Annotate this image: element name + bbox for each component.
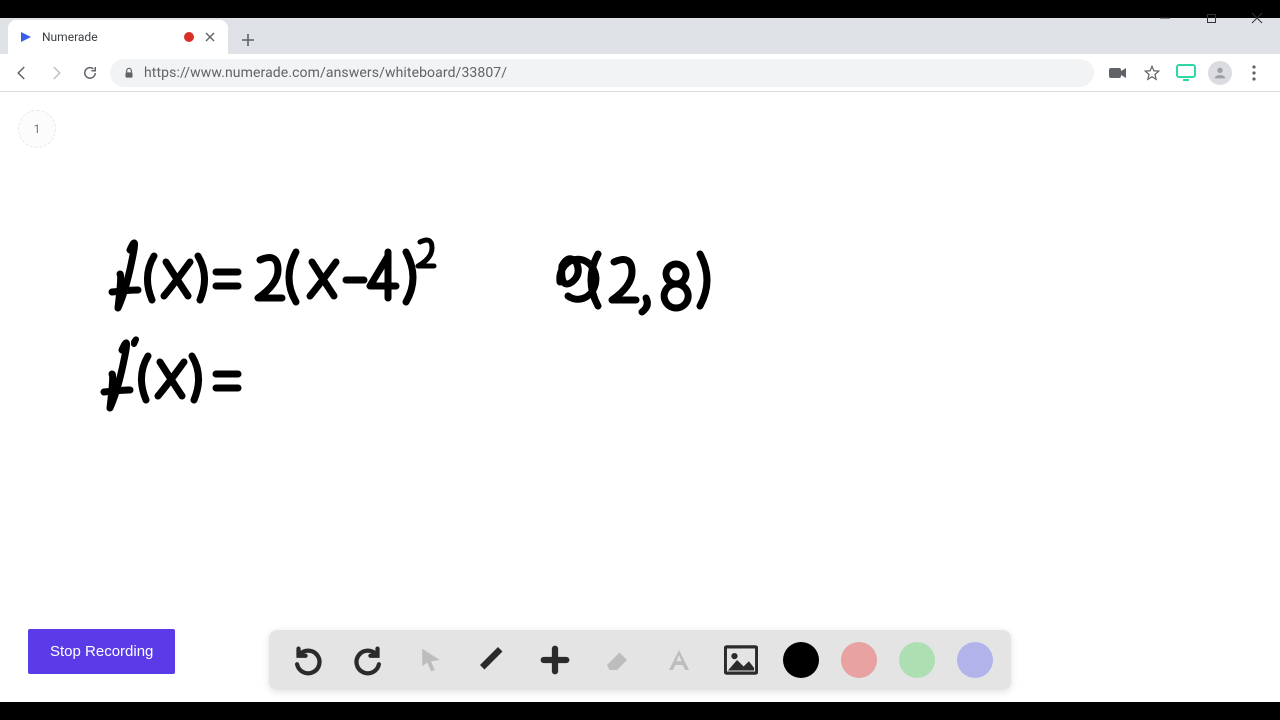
lock-icon [122, 66, 136, 80]
profile-avatar-button[interactable] [1208, 61, 1232, 85]
address-bar[interactable]: https://www.numerade.com/answers/whitebo… [110, 59, 1094, 87]
pen-tool-button[interactable] [473, 640, 513, 680]
stop-recording-label: Stop Recording [50, 643, 153, 660]
letterbox-top [0, 0, 1280, 18]
text-tool-button[interactable] [659, 640, 699, 680]
reload-button[interactable] [76, 59, 104, 87]
tab-strip: Numerade [0, 18, 1280, 54]
stop-recording-button[interactable]: Stop Recording [28, 629, 175, 674]
image-tool-button[interactable] [721, 640, 761, 680]
color-purple-swatch[interactable] [957, 642, 993, 678]
window-close-button[interactable] [1234, 3, 1280, 33]
add-tool-button[interactable] [535, 640, 575, 680]
tab-title: Numerade [42, 30, 176, 44]
color-pink-swatch[interactable] [841, 642, 877, 678]
bookmark-star-icon[interactable] [1140, 61, 1164, 85]
window-minimize-button[interactable] [1142, 3, 1188, 33]
avatar-icon [1208, 61, 1232, 85]
recording-indicator-icon [184, 32, 194, 42]
letterbox-bottom [0, 702, 1280, 720]
pointer-tool-button[interactable] [411, 640, 451, 680]
screencast-extension-icon[interactable] [1174, 61, 1198, 85]
eraser-tool-button[interactable] [597, 640, 637, 680]
tab-close-button[interactable] [202, 29, 218, 45]
back-button[interactable] [8, 59, 36, 87]
forward-button[interactable] [42, 59, 70, 87]
camera-extension-icon[interactable] [1106, 61, 1130, 85]
whiteboard-canvas[interactable] [0, 92, 1280, 682]
numerade-favicon-icon [18, 29, 34, 45]
url-text: https://www.numerade.com/answers/whitebo… [144, 65, 507, 81]
redo-button[interactable] [349, 640, 389, 680]
new-tab-button[interactable] [234, 26, 262, 54]
whiteboard-page: 1 [0, 92, 1280, 702]
color-green-swatch[interactable] [899, 642, 935, 678]
browser-tab[interactable]: Numerade [8, 20, 228, 54]
window-maximize-button[interactable] [1188, 3, 1234, 33]
undo-button[interactable] [287, 640, 327, 680]
browser-toolbar: https://www.numerade.com/answers/whitebo… [0, 54, 1280, 92]
kebab-menu-button[interactable] [1242, 61, 1266, 85]
whiteboard-toolbar [269, 630, 1011, 690]
color-black-swatch[interactable] [783, 642, 819, 678]
